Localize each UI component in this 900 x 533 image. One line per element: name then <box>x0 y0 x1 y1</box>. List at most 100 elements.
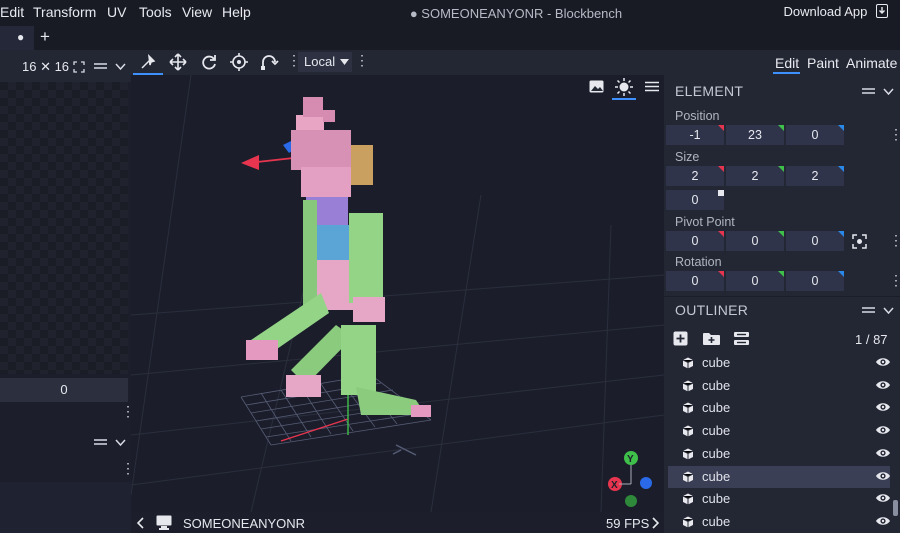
add-group-icon[interactable] <box>703 332 720 345</box>
outliner-item[interactable]: cube <box>668 465 891 488</box>
chevron-down-icon[interactable] <box>883 88 894 96</box>
size-y-field[interactable]: 2 <box>726 166 784 186</box>
pivot-z-field[interactable]: 0 <box>786 231 844 251</box>
eye-icon[interactable] <box>875 355 891 369</box>
hamburger-icon[interactable] <box>645 81 659 92</box>
image-icon[interactable] <box>589 80 604 93</box>
size-label: Size <box>675 150 700 164</box>
menu-lines-icon[interactable] <box>862 306 875 316</box>
position-z-field[interactable]: 0 <box>786 125 844 145</box>
tool-select-button[interactable] <box>133 50 163 75</box>
download-icon <box>876 4 888 18</box>
more-options-icon[interactable]: ⋮ <box>355 53 369 67</box>
tab-bar <box>0 26 900 50</box>
sun-icon[interactable] <box>614 77 634 97</box>
cube-icon <box>682 402 694 414</box>
center-pivot-icon[interactable] <box>852 234 867 249</box>
unsaved-dot-icon: ● <box>17 30 25 44</box>
outliner-item-label: cube <box>702 468 731 484</box>
more-options-icon[interactable]: ⋮ <box>889 273 900 287</box>
position-y-field[interactable]: 23 <box>726 125 784 145</box>
pivot-x-field[interactable]: 0 <box>666 231 724 251</box>
rotation-label: Rotation <box>675 255 722 269</box>
pivot-y-field[interactable]: 0 <box>726 231 784 251</box>
eye-icon[interactable] <box>875 400 891 414</box>
add-cube-icon[interactable] <box>673 331 688 346</box>
tab-model[interactable]: ● <box>0 26 34 50</box>
menu-lines-icon[interactable] <box>94 62 107 72</box>
tool-rotate-button[interactable] <box>194 50 224 75</box>
size-x-field[interactable]: 2 <box>666 166 724 186</box>
mode-tab-animate[interactable]: Animate <box>846 55 897 71</box>
scene-canvas: Y X <box>131 75 664 512</box>
outliner-scrollbar[interactable] <box>893 500 898 516</box>
more-options-icon[interactable]: ⋮ <box>889 233 900 247</box>
outliner-item[interactable]: cube <box>668 420 890 442</box>
outliner-item[interactable]: cube <box>668 375 890 397</box>
menu-lines-icon[interactable] <box>862 87 875 97</box>
outliner-item-label: cube <box>702 491 731 507</box>
tool-pivot-button[interactable] <box>224 50 254 75</box>
uv-value-field[interactable]: 0 <box>0 378 128 402</box>
mode-tab-paint[interactable]: Paint <box>807 55 839 71</box>
inflate-field[interactable]: 0 <box>666 190 724 210</box>
outliner-item-label: cube <box>702 423 731 439</box>
more-options-icon[interactable]: ⋮ <box>889 127 900 141</box>
chevron-down-icon[interactable] <box>883 307 894 315</box>
more-options-icon[interactable]: ⋮ <box>121 461 135 475</box>
chevron-down-icon[interactable] <box>115 63 126 71</box>
chevron-down-icon[interactable] <box>115 439 126 447</box>
add-tab-icon[interactable]: + <box>40 27 50 47</box>
mode-tab-edit[interactable]: Edit <box>775 55 799 71</box>
collapse-all-icon[interactable] <box>734 332 749 345</box>
space-select-label: Local <box>304 54 336 69</box>
uv-editor-canvas[interactable] <box>0 82 128 374</box>
rotation-x-field[interactable]: 0 <box>666 271 724 291</box>
eye-icon[interactable] <box>875 423 891 437</box>
chevron-left-icon[interactable] <box>137 517 145 529</box>
eye-icon[interactable] <box>875 446 891 460</box>
eye-icon[interactable] <box>875 469 891 483</box>
mode-active-indicator <box>773 72 800 74</box>
cube-icon <box>682 357 694 369</box>
outliner-item-label: cube <box>702 377 731 393</box>
outliner-item[interactable]: cube <box>668 488 890 510</box>
outliner-item-label: cube <box>702 513 731 529</box>
caret-down-icon <box>340 59 350 65</box>
chevron-right-icon[interactable] <box>651 517 659 529</box>
3d-viewport[interactable]: Y X <box>131 75 664 512</box>
rotation-z-field[interactable]: 0 <box>786 271 844 291</box>
tool-transform-button[interactable] <box>255 50 285 75</box>
outliner-item[interactable]: cube <box>668 511 890 533</box>
eye-icon[interactable] <box>875 514 891 528</box>
cube-icon <box>682 425 694 437</box>
outliner-item[interactable]: cube <box>668 443 890 465</box>
sun-active-indicator <box>612 98 636 100</box>
space-select[interactable]: Local <box>298 52 352 72</box>
size-z-field[interactable]: 2 <box>786 166 844 186</box>
outliner-item[interactable]: cube <box>668 397 890 419</box>
gizmo-x-label: X <box>611 480 618 491</box>
gizmo-y-label: Y <box>627 454 634 465</box>
eye-icon[interactable] <box>875 378 891 392</box>
eye-icon[interactable] <box>875 491 891 505</box>
position-x-field[interactable]: -1 <box>666 125 724 145</box>
outliner-item[interactable]: cube <box>668 352 890 374</box>
menu-lines-icon[interactable] <box>94 438 107 448</box>
cube-icon <box>682 448 694 460</box>
download-app-button[interactable]: Download App <box>784 4 888 19</box>
fullscreen-icon[interactable] <box>73 61 85 73</box>
more-options-icon[interactable]: ⋮ <box>121 404 135 418</box>
outliner-item-label: cube <box>702 400 731 416</box>
position-label: Position <box>675 109 720 123</box>
tool-move-button[interactable] <box>163 50 193 75</box>
project-name: SOMEONEANYONR <box>183 516 306 531</box>
rotate-icon <box>202 55 216 70</box>
window-title: ● SOMEONEANYONR - Blockbench <box>409 6 623 21</box>
rotation-y-field[interactable]: 0 <box>726 271 784 291</box>
outliner-title: OUTLINER <box>675 302 749 318</box>
cube-icon <box>682 516 694 528</box>
monitor-icon <box>156 515 172 530</box>
section-divider <box>664 296 900 297</box>
navigation-gizmo[interactable]: Y X <box>608 451 652 507</box>
